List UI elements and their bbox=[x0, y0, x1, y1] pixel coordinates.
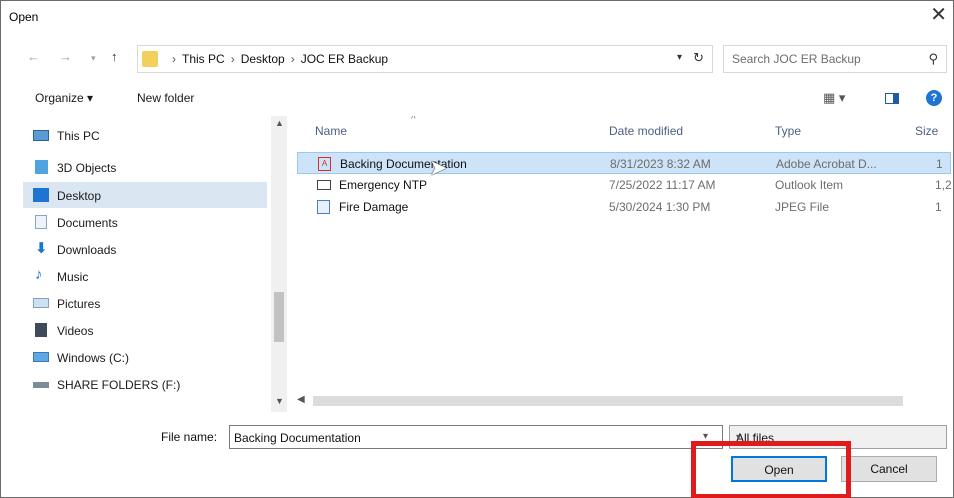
file-date: 7/25/2022 11:17 AM bbox=[609, 178, 716, 192]
desktop-icon bbox=[33, 188, 49, 202]
file-row[interactable]: Emergency NTP 7/25/2022 11:17 AM Outlook… bbox=[297, 174, 952, 196]
nav-item-this-pc[interactable]: This PC bbox=[23, 122, 267, 148]
file-name: Backing Documentation bbox=[340, 157, 467, 171]
refresh-icon[interactable]: ↻ bbox=[693, 50, 704, 66]
pdf-icon: A bbox=[318, 157, 331, 171]
image-icon bbox=[317, 200, 330, 214]
search-icon[interactable]: ⚲ bbox=[928, 51, 938, 67]
file-row[interactable]: Fire Damage 5/30/2024 1:30 PM JPEG File … bbox=[297, 196, 951, 218]
scroll-thumb[interactable] bbox=[313, 396, 903, 406]
file-type: JPEG File bbox=[775, 200, 830, 214]
navigation-scrollbar[interactable]: ▲ ▼ bbox=[271, 116, 287, 412]
folder-icon bbox=[142, 51, 158, 67]
filename-value: Backing Documentation bbox=[234, 431, 361, 445]
up-arrow-icon[interactable]: ↑ bbox=[111, 49, 118, 64]
chevron-right-icon: › bbox=[230, 52, 235, 66]
column-header-name[interactable]: Name bbox=[315, 124, 347, 138]
network-drive-icon bbox=[33, 382, 49, 388]
computer-icon bbox=[33, 130, 49, 141]
file-size: 1 bbox=[936, 157, 943, 171]
documents-icon bbox=[35, 215, 47, 229]
change-view-icon[interactable]: ▦ ▾ bbox=[823, 90, 845, 106]
file-list: ^ Name Date modified Type Size A Backing… bbox=[293, 116, 953, 412]
preview-pane-icon[interactable] bbox=[885, 93, 899, 104]
file-name: Fire Damage bbox=[339, 200, 409, 214]
pictures-icon bbox=[33, 298, 49, 308]
mouse-cursor-icon: ➤ bbox=[429, 155, 448, 180]
chevron-right-icon: › bbox=[290, 52, 295, 66]
navigation-pane: This PC 3D Objects Desktop Documents ⬇ D… bbox=[23, 116, 289, 412]
new-folder-button[interactable]: New folder bbox=[137, 91, 194, 105]
search-input[interactable]: Search JOC ER Backup ⚲ bbox=[723, 45, 947, 73]
horizontal-scrollbar[interactable]: ◀ bbox=[293, 394, 953, 408]
open-file-dialog: Open ✕ ← → ▾ ↑ › This PC › Desktop › JOC ER B… bbox=[0, 0, 954, 498]
dialog-title: Open bbox=[9, 10, 39, 24]
drive-icon bbox=[33, 352, 49, 362]
breadcrumb-current-folder[interactable]: JOC ER Backup bbox=[301, 52, 388, 66]
nav-item-3d-objects[interactable]: 3D Objects bbox=[23, 154, 267, 180]
column-header-size[interactable]: Size bbox=[915, 124, 938, 138]
scroll-down-icon[interactable]: ▼ bbox=[275, 396, 284, 406]
address-bar[interactable]: › This PC › Desktop › JOC ER Backup ▾ ↻ bbox=[137, 45, 713, 73]
help-icon[interactable]: ? bbox=[926, 90, 942, 106]
nav-item-desktop[interactable]: Desktop bbox=[23, 182, 267, 208]
scroll-up-icon[interactable]: ▲ bbox=[275, 118, 284, 128]
mail-icon bbox=[317, 180, 331, 190]
breadcrumb-desktop[interactable]: Desktop bbox=[241, 52, 285, 66]
nav-item-label: SHARE FOLDERS (F:) bbox=[57, 378, 181, 392]
3d-objects-icon bbox=[35, 160, 48, 174]
breadcrumb-this-pc[interactable]: This PC bbox=[182, 52, 225, 66]
column-header-date[interactable]: Date modified bbox=[609, 124, 683, 138]
address-row: ← → ▾ ↑ › This PC › Desktop › JOC ER Backup ▾… bbox=[1, 45, 953, 73]
breadcrumb: › This PC › Desktop › JOC ER Backup bbox=[166, 52, 388, 66]
nav-item-music[interactable]: ♪ Music bbox=[23, 263, 267, 289]
nav-item-downloads[interactable]: ⬇ Downloads bbox=[23, 236, 267, 262]
cancel-button[interactable]: Cancel bbox=[841, 456, 937, 482]
filename-input[interactable]: Backing Documentation bbox=[229, 425, 723, 449]
nav-item-label: Pictures bbox=[57, 297, 101, 311]
organize-button[interactable]: Organize ▾ bbox=[35, 91, 93, 105]
nav-item-label: Music bbox=[57, 270, 89, 284]
file-date: 8/31/2023 8:32 AM bbox=[610, 157, 711, 171]
scroll-left-icon[interactable]: ◀ bbox=[297, 394, 305, 405]
sort-caret-icon: ^ bbox=[411, 116, 416, 125]
file-row[interactable]: A Backing Documentation 8/31/2023 8:32 A… bbox=[297, 152, 951, 174]
chevron-down-icon[interactable]: ▾ bbox=[677, 52, 682, 63]
filename-label: File name: bbox=[161, 430, 218, 444]
close-icon[interactable]: ✕ bbox=[930, 5, 947, 25]
file-type: Adobe Acrobat D... bbox=[776, 157, 877, 171]
videos-icon bbox=[35, 323, 47, 337]
column-header-type[interactable]: Type bbox=[775, 124, 801, 138]
nav-item-share-folders[interactable]: SHARE FOLDERS (F:) bbox=[23, 371, 267, 397]
file-type: Outlook Item bbox=[775, 178, 844, 192]
nav-item-videos[interactable]: Videos bbox=[23, 317, 267, 343]
downloads-icon: ⬇ bbox=[35, 240, 48, 257]
nav-item-label: Downloads bbox=[57, 243, 117, 257]
back-arrow-icon[interactable]: ← bbox=[27, 49, 40, 64]
file-date: 5/30/2024 1:30 PM bbox=[609, 200, 711, 214]
nav-item-label: Videos bbox=[57, 324, 94, 338]
nav-item-label: This PC bbox=[57, 129, 100, 143]
music-icon: ♪ bbox=[35, 266, 43, 283]
annotation-highlight-box bbox=[691, 441, 851, 498]
title-bar: Open ✕ bbox=[1, 1, 953, 35]
nav-item-label: Documents bbox=[57, 216, 118, 230]
nav-item-label: 3D Objects bbox=[57, 161, 117, 175]
nav-item-documents[interactable]: Documents bbox=[23, 209, 267, 235]
search-placeholder: Search JOC ER Backup bbox=[732, 52, 861, 66]
nav-item-label: Desktop bbox=[57, 189, 102, 203]
file-name: Emergency NTP bbox=[339, 178, 428, 192]
scroll-thumb[interactable] bbox=[274, 292, 284, 342]
command-bar: Organize ▾ New folder ▦ ▾ ? bbox=[1, 85, 953, 111]
forward-arrow-icon[interactable]: → bbox=[59, 49, 72, 64]
chevron-right-icon: › bbox=[172, 52, 176, 66]
nav-item-pictures[interactable]: Pictures bbox=[23, 290, 267, 316]
nav-item-label: Windows (C:) bbox=[57, 351, 130, 365]
recent-dropdown-icon[interactable]: ▾ bbox=[91, 53, 96, 64]
file-size: 1,2 bbox=[935, 178, 952, 192]
file-size: 1 bbox=[935, 200, 942, 214]
nav-item-windows-c[interactable]: Windows (C:) bbox=[23, 344, 267, 370]
